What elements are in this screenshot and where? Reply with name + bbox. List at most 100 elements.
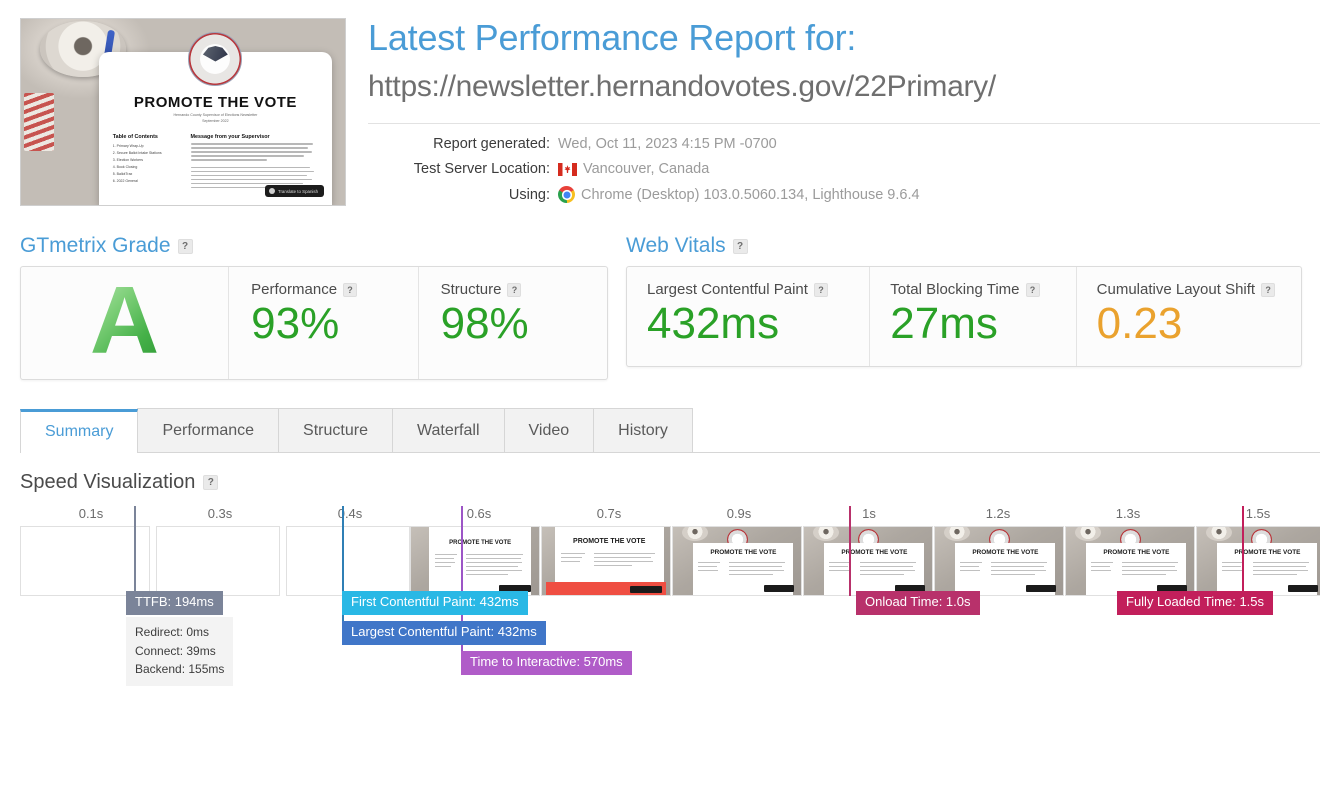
translate-icon (268, 188, 275, 194)
cls-label-row: Cumulative Layout Shift ? (1097, 281, 1283, 298)
thumbnail-image: PROMOTE THE VOTE Hernando County Supervi… (21, 19, 345, 205)
web-vitals-heading: Web Vitals ? (626, 234, 1302, 258)
toc-heading: Table of Contents (112, 134, 158, 141)
frame-thumbnail: PROMOTE THE VOTE (804, 527, 932, 596)
tbt-value: 27ms (890, 299, 998, 349)
filmstrip-frames: PROMOTE THE VOTE PROMOTE THE VOTE PROMOT… (20, 526, 1326, 597)
tab-video[interactable]: Video (503, 408, 595, 453)
lcp-label: Largest Contentful Paint (647, 281, 808, 299)
meta-row-test-server-location: Test Server Location: Vancouver, Canada (368, 161, 1320, 177)
tick-9: 1.5s (1245, 506, 1271, 522)
tab-performance[interactable]: Performance (137, 408, 280, 453)
filmstrip-frame-10[interactable]: PROMOTE THE VOTE (1196, 526, 1326, 597)
tbt-help-icon[interactable]: ? (1025, 282, 1040, 297)
time-to-interactive-marker-label[interactable]: Time to Interactive: 570ms (461, 651, 632, 676)
performance-help-icon[interactable]: ? (343, 282, 358, 297)
tab-structure[interactable]: Structure (278, 408, 393, 453)
gtmetrix-grade-help-icon[interactable]: ? (177, 238, 193, 254)
meta-row-report-generated: Report generated: Wed, Oct 11, 2023 4:15… (368, 136, 1320, 152)
gtmetrix-grade-title: GTmetrix Grade (20, 234, 171, 258)
tick-6: 1s (862, 506, 876, 522)
filmstrip-frame-6[interactable]: PROMOTE THE VOTE (672, 526, 802, 597)
page-title: Latest Performance Report for: (368, 17, 857, 58)
translate-label: Translate to Spanish (277, 188, 319, 194)
speed-visualization-title: Speed Visualization (20, 471, 196, 494)
speed-visualization-help-icon[interactable]: ? (203, 475, 219, 491)
tbt-label-row: Total Blocking Time ? (890, 281, 1057, 298)
message-column: Message from your Supervisor (190, 134, 319, 190)
first-contentful-paint-marker-label[interactable]: First Contentful Paint: 432ms (342, 591, 528, 616)
filmstrip-frame-7[interactable]: PROMOTE THE VOTE (803, 526, 933, 597)
filmstrip-frame-blank-3[interactable] (286, 526, 410, 597)
report-header: PROMOTE THE VOTE Hernando County Supervi… (0, 0, 1340, 212)
filmstrip-frame-8[interactable]: PROMOTE THE VOTE (934, 526, 1064, 597)
page-screenshot-thumbnail[interactable]: PROMOTE THE VOTE Hernando County Supervi… (20, 18, 346, 206)
translate-to-spanish-button[interactable]: Translate to Spanish (264, 185, 325, 197)
structure-score-label-row: Structure ? (441, 281, 585, 298)
test-server-location-text: Vancouver, Canada (583, 161, 710, 178)
report-tabs: Summary Performance Structure Waterfall … (20, 408, 1320, 454)
message-body-lines (190, 143, 319, 188)
browser-version-text: Chrome (Desktop) 103.0.5060.134, Lightho… (581, 186, 920, 203)
right-edge-mask (1320, 0, 1340, 800)
tick-8: 1.3s (1115, 506, 1141, 522)
tbt-label: Total Blocking Time (890, 281, 1020, 299)
meta-label-using: Using: (508, 186, 550, 203)
frame-thumbnail: PROMOTE THE VOTE (673, 527, 801, 596)
fully-loaded-marker-line (1242, 506, 1244, 597)
flag-object (24, 93, 55, 152)
web-vitals-help-icon[interactable]: ? (732, 238, 748, 254)
gtmetrix-grade-panel: A Performance ? 93% Structure ? 98% (20, 266, 608, 381)
structure-help-icon[interactable]: ? (507, 282, 522, 297)
overall-grade-cell: A (21, 267, 228, 379)
newsletter-title: PROMOTE THE VOTE (133, 94, 297, 112)
cls-help-icon[interactable]: ? (1261, 282, 1276, 297)
frame-thumbnail: PROMOTE THE VOTE (1066, 527, 1194, 596)
meta-value-test-server-location: Vancouver, Canada (558, 161, 709, 177)
ttfb-marker-line (134, 506, 136, 597)
meta-label-test-server-location: Test Server Location: (413, 161, 550, 178)
lcp-value: 432ms (647, 299, 780, 349)
filmstrip-frame-blank-2[interactable] (156, 526, 280, 597)
canada-flag-icon (558, 162, 577, 176)
web-vitals-panel: Largest Contentful Paint ? 432ms Total B… (626, 266, 1302, 367)
tick-7: 1.2s (985, 506, 1011, 522)
largest-contentful-paint-cell: Largest Contentful Paint ? 432ms (627, 267, 869, 366)
filmstrip-frame-9[interactable]: PROMOTE THE VOTE (1065, 526, 1195, 597)
fully-loaded-time-marker-label[interactable]: Fully Loaded Time: 1.5s (1117, 591, 1274, 616)
meta-value-report-generated: Wed, Oct 11, 2023 4:15 PM -0700 (558, 136, 777, 152)
cls-value: 0.23 (1096, 299, 1183, 349)
gtmetrix-grade-section: GTmetrix Grade ? A Performance ? 93% Str… (20, 234, 608, 381)
tab-waterfall[interactable]: Waterfall (391, 408, 505, 453)
filmstrip-frame-5[interactable]: PROMOTE THE VOTE (541, 526, 671, 597)
filmstrip-frame-4[interactable]: PROMOTE THE VOTE (410, 526, 540, 597)
score-panels: GTmetrix Grade ? A Performance ? 93% Str… (0, 212, 1340, 381)
lcp-help-icon[interactable]: ? (813, 282, 828, 297)
ttfb-marker-label[interactable]: TTFB: 194ms (126, 591, 223, 616)
filmstrip-frame-blank-1[interactable] (20, 526, 150, 597)
web-vitals-section: Web Vitals ? Largest Contentful Paint ? … (626, 234, 1302, 380)
report-header-text: Latest Performance Report for: https://n… (346, 18, 1340, 212)
newsletter-paper: PROMOTE THE VOTE Hernando County Supervi… (98, 32, 333, 205)
total-blocking-time-cell: Total Blocking Time ? 27ms (869, 267, 1075, 366)
timeline-ticks: 0.1s 0.3s 0.4s 0.6s 0.7s 0.9s 1s 1.2s 1.… (20, 506, 1320, 526)
chrome-icon (558, 186, 575, 204)
tab-summary[interactable]: Summary (20, 409, 139, 454)
performance-score-label: Performance (251, 281, 338, 299)
report-generated-text: Wed, Oct 11, 2023 4:15 PM -0700 (558, 136, 777, 153)
largest-contentful-paint-marker-label[interactable]: Largest Contentful Paint: 432ms (342, 621, 546, 646)
frame-thumbnail: PROMOTE THE VOTE (411, 527, 539, 596)
speed-visualization-heading: Speed Visualization ? (20, 471, 1340, 494)
gtmetrix-report-page: PROMOTE THE VOTE Hernando County Supervi… (0, 0, 1340, 800)
frame-thumbnail: PROMOTE THE VOTE (542, 527, 670, 596)
tab-history[interactable]: History (593, 408, 693, 453)
performance-score-cell: Performance ? 93% (228, 267, 417, 380)
onload-time-marker-label[interactable]: Onload Time: 1.0s (856, 591, 980, 616)
tick-0: 0.1s (78, 506, 104, 522)
web-vitals-title: Web Vitals (626, 234, 726, 258)
message-heading: Message from your Supervisor (190, 134, 270, 141)
ttfb-breakdown-box: Redirect: 0ms Connect: 39ms Backend: 155ms (126, 617, 234, 686)
toc-list: 1. Primary Wrap-Up 2. Secure Ballot Intak… (112, 144, 162, 184)
performance-score-value: 93% (251, 299, 340, 349)
structure-score-cell: Structure ? 98% (417, 267, 607, 380)
